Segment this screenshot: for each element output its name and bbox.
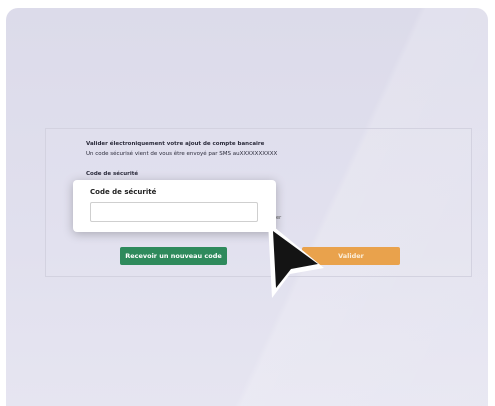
security-code-popup: Code de sécurité [73,180,276,232]
form-title: Valider électroniquement votre ajout de … [86,141,265,147]
arrow-pointer-icon [268,222,324,298]
resend-code-button[interactable]: Recevoir un nouveau code [120,247,227,265]
security-code-label: Code de sécurité [86,171,139,177]
form-subtitle: Un code sécurisé vient de vous être envo… [86,151,278,157]
security-code-input[interactable] [90,202,258,222]
popup-security-code-label: Code de sécurité [90,188,157,196]
